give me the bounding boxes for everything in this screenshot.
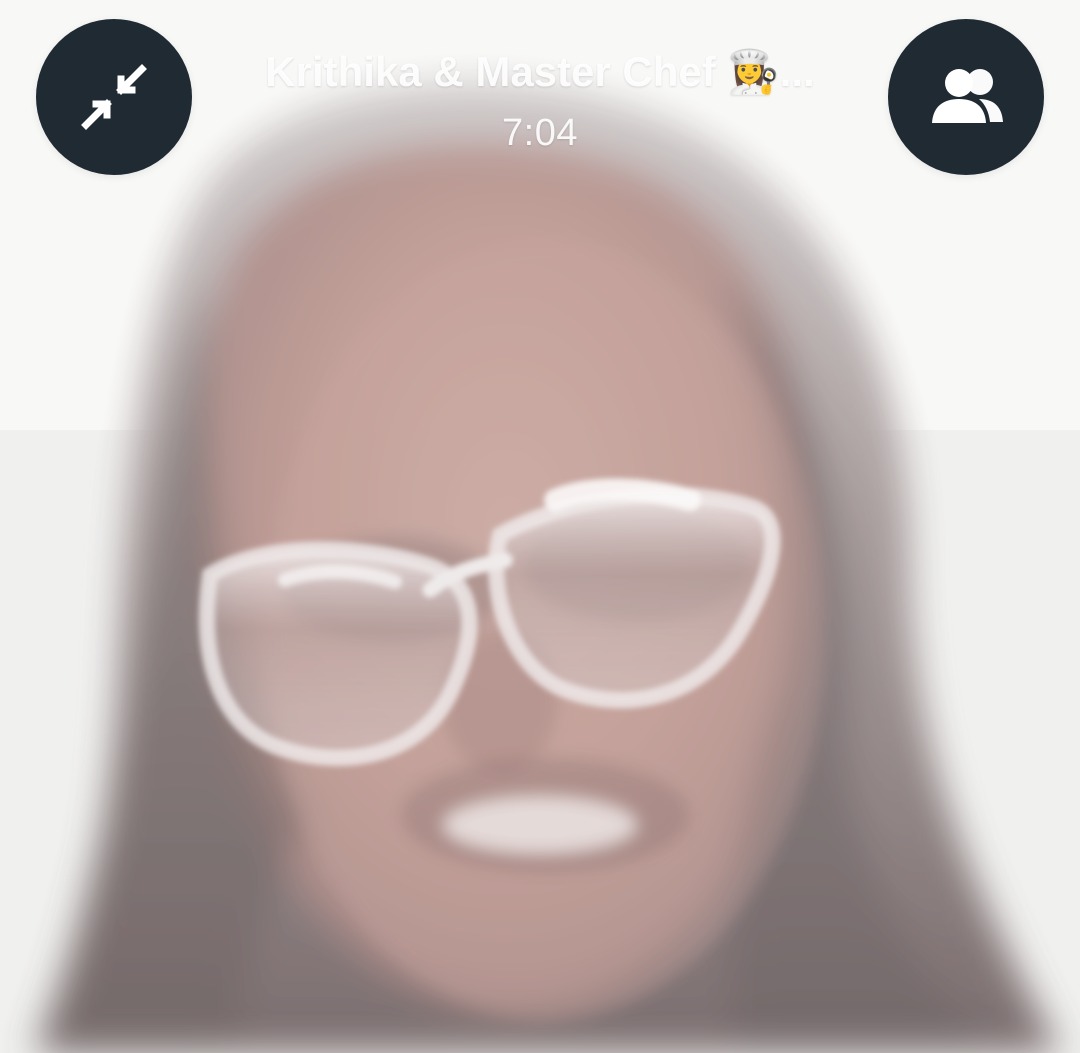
minimize-button[interactable]: [36, 19, 192, 175]
participants-button[interactable]: [888, 19, 1044, 175]
participants-icon: [932, 69, 1003, 123]
minimize-icon: [81, 64, 147, 130]
video-call-screen: Krithika & Master Chef 👩‍🍳... 7:04: [0, 0, 1080, 1053]
